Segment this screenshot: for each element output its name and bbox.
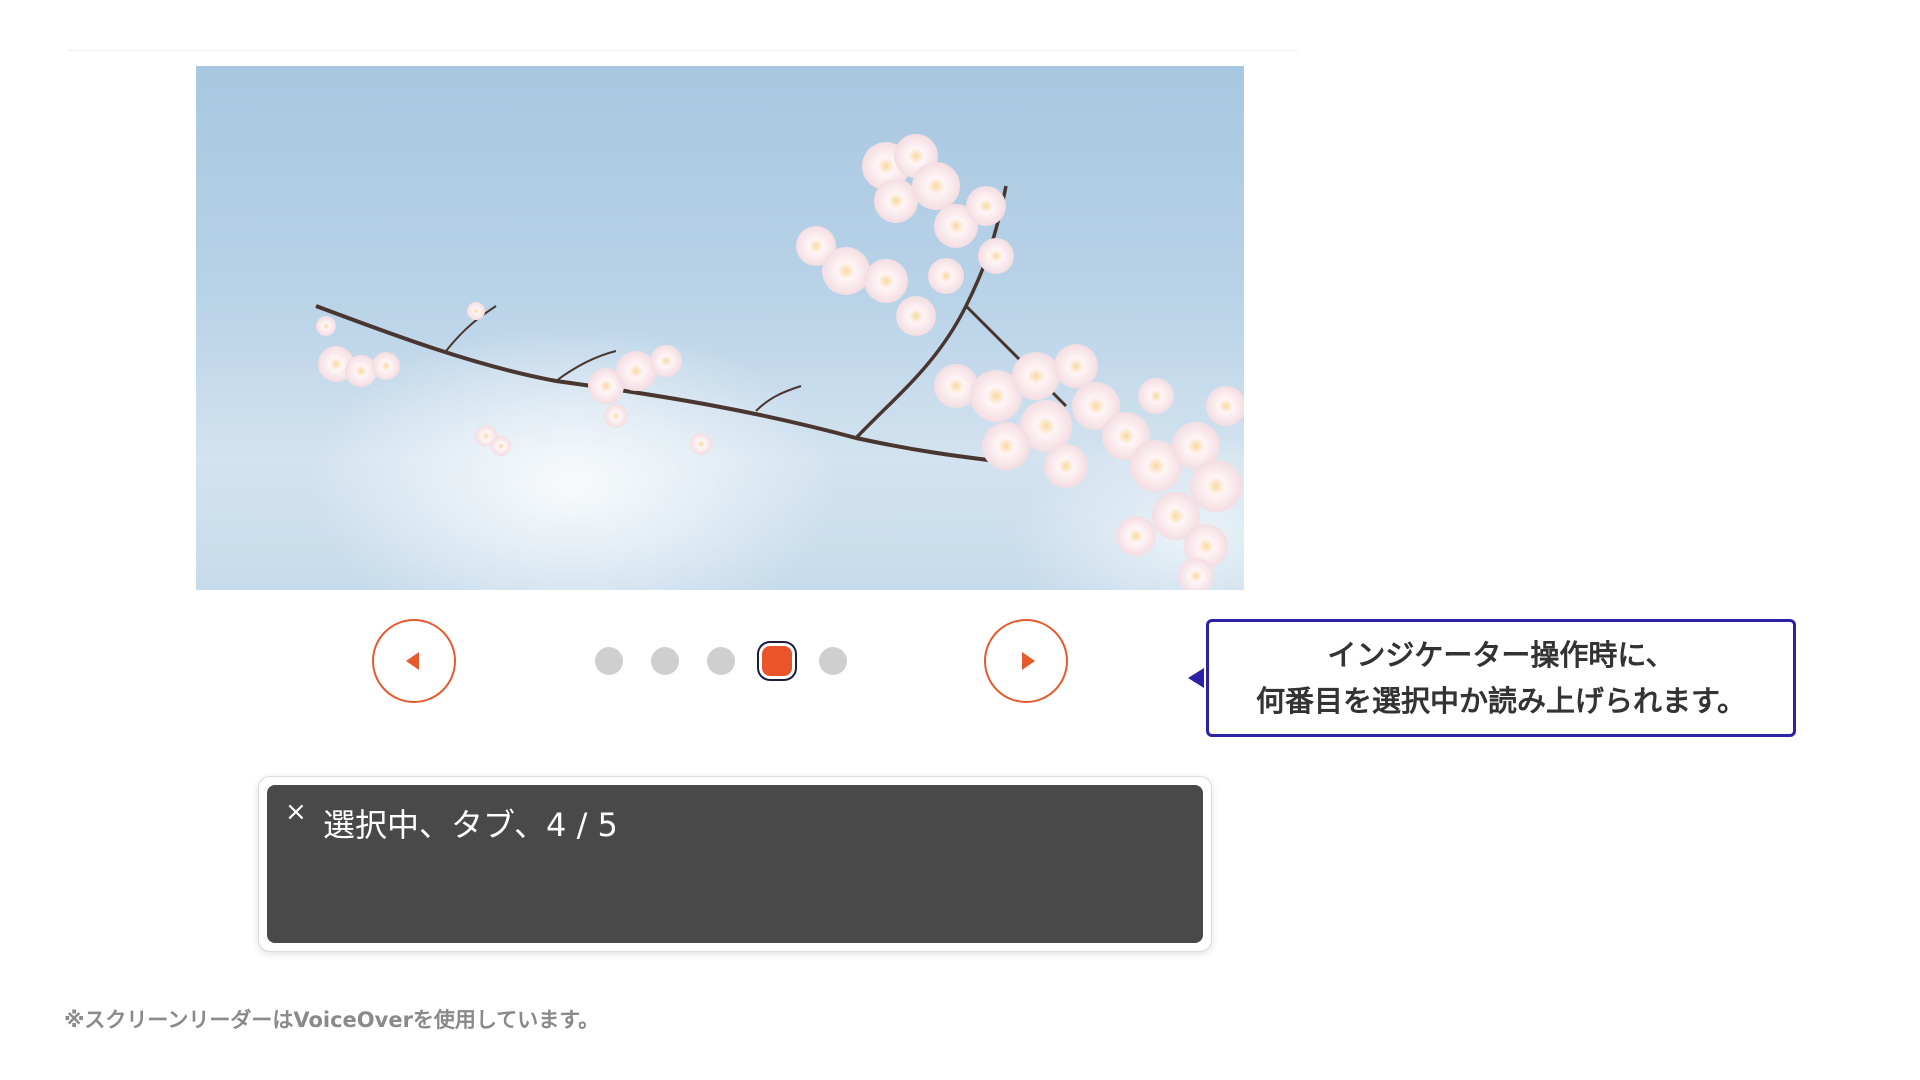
next-slide-button[interactable] [984,619,1068,703]
annotation-callout: インジケーター操作時に、 何番目を選択中か読み上げられます。 [1206,619,1796,737]
close-icon[interactable]: × [285,799,311,825]
previous-slide-button[interactable] [372,619,456,703]
footnote: ※スクリーンリーダーはVoiceOverを使用しています。 [64,1008,600,1032]
screen-reader-caption-panel: × 選択中、タブ、4 / 5 [258,776,1212,952]
callout-line-2: 何番目を選択中か読み上げられます。 [1255,684,1747,718]
triangle-right-icon [1021,652,1035,670]
indicator-dot-1[interactable] [595,647,623,675]
top-divider [68,50,1298,51]
callout-pointer [1188,668,1204,688]
indicator-dot-4-selected[interactable] [762,646,792,676]
carousel-slide-image [196,66,1244,590]
screen-reader-caption-body: × 選択中、タブ、4 / 5 [267,785,1203,943]
indicator-dot-5[interactable] [819,647,847,675]
indicator-dot-2[interactable] [651,647,679,675]
triangle-left-icon [405,652,419,670]
indicator-dot-3[interactable] [707,647,735,675]
cherry-blossom-illustration [315,134,1244,590]
callout-line-1: インジケーター操作時に、 [1327,638,1675,672]
screen-reader-output-text: 選択中、タブ、4 / 5 [323,806,618,844]
